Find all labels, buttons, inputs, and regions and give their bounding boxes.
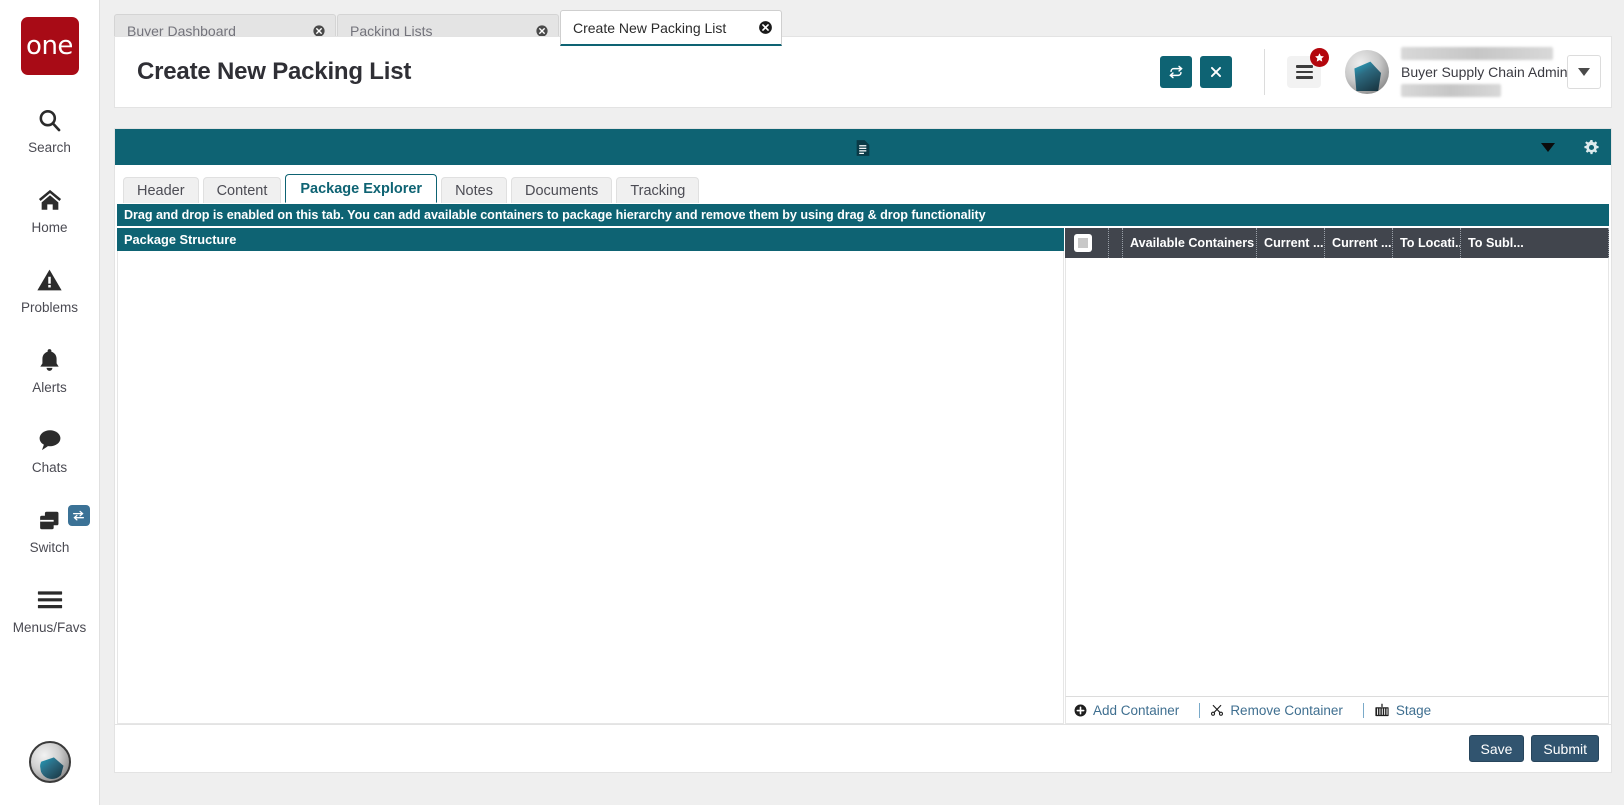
card-toolbar <box>115 129 1611 165</box>
sidebar-item-menus-favs[interactable]: Menus/Favs <box>0 583 100 635</box>
user-menu-chevron-down-icon[interactable] <box>1567 55 1601 89</box>
package-structure-dropzone[interactable] <box>117 251 1064 724</box>
user-avatar[interactable] <box>1345 50 1389 94</box>
user-name-redacted <box>1401 47 1553 60</box>
action-divider <box>1199 702 1201 718</box>
tab-label: Content <box>216 182 268 199</box>
tab-label: Tracking <box>630 182 686 199</box>
column-header-current-1[interactable]: Current ... <box>1257 228 1325 258</box>
chat-bubble-icon <box>36 423 64 457</box>
header-divider <box>1264 49 1265 95</box>
sidebar-item-label: Switch <box>29 540 70 555</box>
workspace-tab-create-new-packing-list[interactable]: Create New Packing List <box>560 10 782 46</box>
hamburger-icon <box>36 583 64 617</box>
save-button[interactable]: Save <box>1468 735 1525 762</box>
package-explorer-body: Package Structure Available Containers C… <box>117 228 1609 724</box>
one-network-logo[interactable]: one <box>20 17 79 75</box>
tab-header[interactable]: Header <box>123 177 199 203</box>
column-header-current-2[interactable]: Current ... <box>1325 228 1393 258</box>
stage-label: Stage <box>1395 702 1432 718</box>
left-nav-rail: one Search Home Problems Alerts Chats Sw… <box>0 0 100 805</box>
column-header-label: To Locati... <box>1400 236 1461 250</box>
page-title: Create New Packing List <box>137 58 412 85</box>
sidebar-item-label: Search <box>28 140 71 155</box>
content-stage: Buyer Dashboard Packing Lists Create New… <box>100 0 1624 805</box>
search-icon <box>36 103 63 137</box>
sidebar-item-search[interactable]: Search <box>0 103 100 155</box>
add-container-label: Add Container <box>1093 702 1180 718</box>
user-org-redacted <box>1401 84 1501 97</box>
tab-label: Header <box>137 182 185 199</box>
card-footer-actions: Save Submit <box>115 724 1611 772</box>
tab-label: Documents <box>524 182 599 199</box>
drag-drop-notice: Drag and drop is enabled on this tab. Yo… <box>117 204 1609 226</box>
column-header-label: Current ... <box>1264 236 1324 250</box>
select-all-header-cell <box>1065 228 1109 258</box>
document-icon[interactable] <box>854 138 873 163</box>
sidebar-item-alerts[interactable]: Alerts <box>0 343 100 395</box>
card-tab-bar: Header Content Package Explorer Notes Do… <box>123 173 1611 203</box>
close-icon[interactable] <box>757 20 773 36</box>
main-card: Header Content Package Explorer Notes Do… <box>114 128 1612 773</box>
column-header-label: Current ... <box>1332 236 1392 250</box>
remove-container-label: Remove Container <box>1230 702 1343 718</box>
warning-triangle-icon <box>36 263 63 297</box>
available-containers-panel: Available Containers Current ... Current… <box>1065 228 1609 724</box>
add-container-button[interactable]: Add Container <box>1074 703 1189 718</box>
column-header-label: To Subl... <box>1468 236 1524 250</box>
sidebar-item-problems[interactable]: Problems <box>0 263 100 315</box>
sidebar-item-label: Home <box>31 220 68 235</box>
sidebar-item-label: Problems <box>20 300 79 315</box>
tab-documents[interactable]: Documents <box>510 177 613 203</box>
column-header-to-subloc[interactable]: To Subl... <box>1461 228 1609 258</box>
container-icon <box>1374 703 1390 717</box>
tab-label: Notes <box>455 182 493 199</box>
home-icon <box>36 183 64 217</box>
scissors-icon <box>1210 703 1224 717</box>
sidebar-item-label: Chats <box>31 460 68 475</box>
tab-content[interactable]: Content <box>202 177 282 203</box>
bell-icon <box>37 343 62 377</box>
page-header: Create New Packing List Buyer Supply Cha… <box>114 36 1612 108</box>
workspace-tab-label: Create New Packing List <box>573 19 727 36</box>
tab-tracking[interactable]: Tracking <box>616 177 700 203</box>
logo-text: one <box>26 31 73 61</box>
sidebar-item-label: Menus/Favs <box>12 620 87 635</box>
tab-package-explorer[interactable]: Package Explorer <box>285 174 438 203</box>
status-badge <box>1310 48 1329 67</box>
tab-notes[interactable]: Notes <box>441 177 507 203</box>
column-header-to-location[interactable]: To Locati... <box>1393 228 1461 258</box>
column-header-available-containers[interactable]: Available Containers <box>1123 228 1257 258</box>
available-containers-rows[interactable] <box>1065 258 1609 696</box>
column-header-label: Available Containers <box>1130 236 1255 250</box>
switch-windows-icon <box>36 503 63 537</box>
select-all-checkbox[interactable] <box>1074 234 1092 252</box>
refresh-button[interactable] <box>1160 56 1192 88</box>
hamburger-icon <box>1295 62 1313 82</box>
tab-label: Package Explorer <box>300 180 423 197</box>
avatar[interactable] <box>28 741 71 783</box>
submit-button[interactable]: Submit <box>1531 735 1599 762</box>
sidebar-item-label: Alerts <box>32 380 67 395</box>
sidebar-item-home[interactable]: Home <box>0 183 100 235</box>
package-structure-header: Package Structure <box>117 228 1064 251</box>
menu-toggle-button[interactable] <box>1287 48 1329 88</box>
available-containers-header-row: Available Containers Current ... Current… <box>1065 228 1609 258</box>
user-info: Buyer Supply Chain Admin <box>1401 47 1568 97</box>
close-page-button[interactable] <box>1200 56 1232 88</box>
user-role-label: Buyer Supply Chain Admin <box>1401 64 1568 80</box>
sidebar-item-switch[interactable]: Switch <box>0 503 100 555</box>
remove-container-button[interactable]: Remove Container <box>1210 703 1353 718</box>
sidebar-item-chats[interactable]: Chats <box>0 423 100 475</box>
app-root: one Search Home Problems Alerts Chats Sw… <box>0 0 1624 805</box>
column-resize-handle[interactable] <box>1109 228 1123 258</box>
caret-down-icon[interactable] <box>1541 142 1555 152</box>
available-containers-actions: Add Container Remove Container Stage <box>1065 696 1609 724</box>
action-divider <box>1362 702 1364 718</box>
gear-icon[interactable] <box>1581 137 1601 157</box>
package-structure-panel: Package Structure <box>117 228 1065 724</box>
plus-circle-icon <box>1074 704 1087 717</box>
exchange-arrows-icon[interactable] <box>67 505 90 526</box>
stage-button[interactable]: Stage <box>1374 703 1441 718</box>
